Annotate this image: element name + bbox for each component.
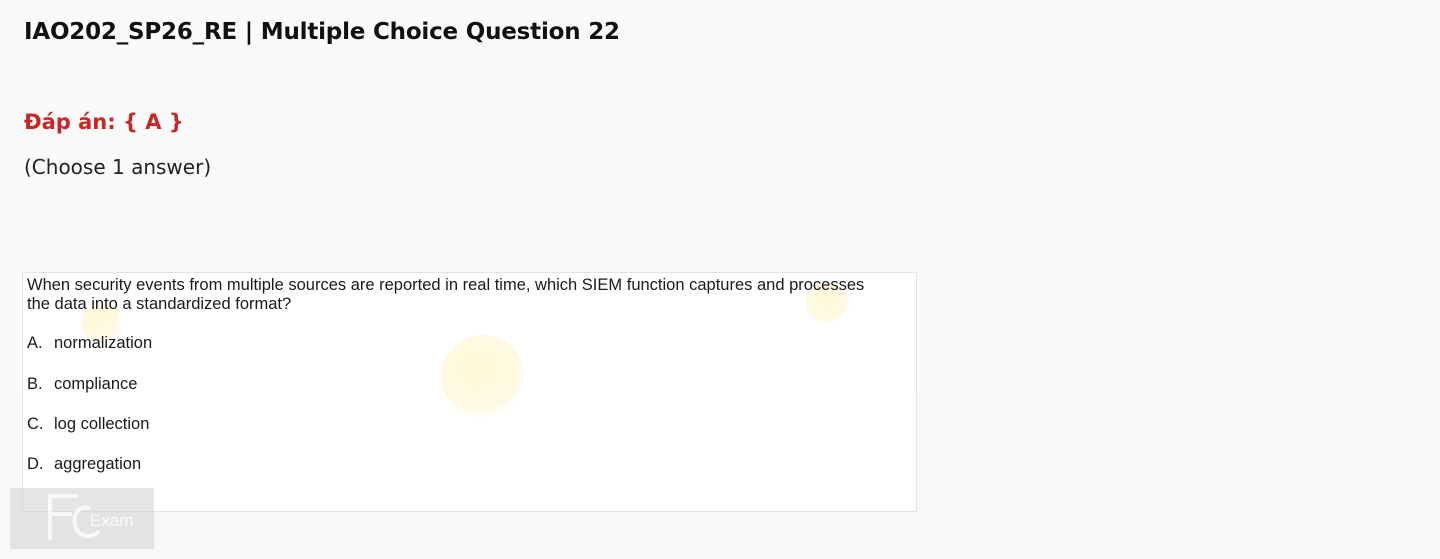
option-letter: D. — [27, 455, 44, 473]
instruction-text: (Choose 1 answer) — [24, 155, 212, 179]
question-image: When security events from multiple sourc… — [22, 272, 917, 512]
logo-text: Exam — [90, 511, 133, 530]
option-c: C. log collection — [27, 415, 149, 434]
question-text: When security events from multiple sourc… — [27, 276, 865, 313]
option-label: log collection — [54, 415, 150, 433]
option-label: compliance — [54, 375, 138, 393]
option-letter: A. — [27, 334, 43, 352]
option-label: aggregation — [54, 455, 142, 473]
option-b: B. compliance — [27, 375, 137, 394]
option-a: A. normalization — [27, 334, 152, 353]
answer-key: Đáp án: { A } — [24, 110, 184, 134]
option-d: D. aggregation — [27, 455, 141, 474]
smiley-watermark-icon — [441, 335, 525, 419]
option-letter: B. — [27, 375, 43, 393]
page-title: IAO202_SP26_RE | Multiple Choice Questio… — [24, 19, 620, 45]
option-letter: C. — [27, 415, 44, 433]
option-label: normalization — [54, 334, 153, 352]
